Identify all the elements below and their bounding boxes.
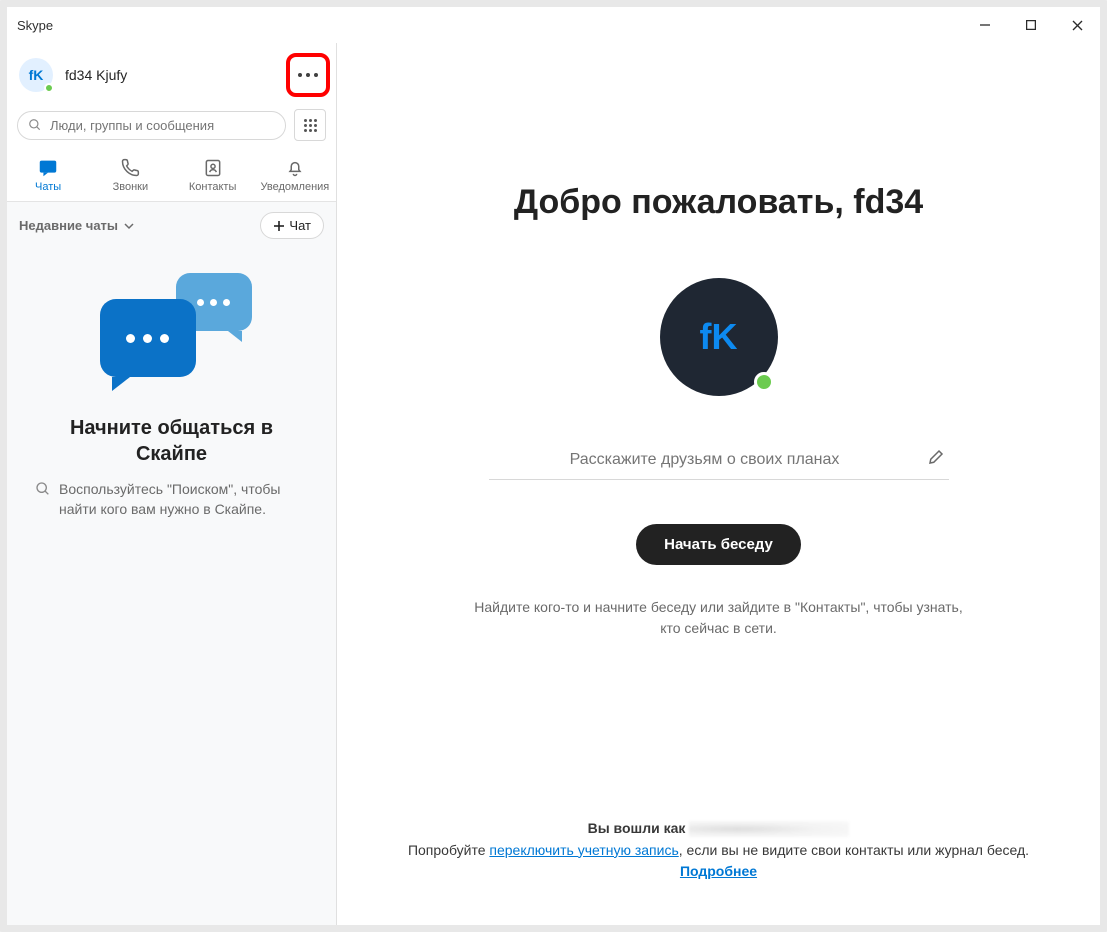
- ellipsis-icon: [298, 73, 318, 77]
- more-button[interactable]: [288, 55, 328, 95]
- presence-indicator: [754, 372, 774, 392]
- learn-more-link[interactable]: Подробнее: [680, 863, 757, 879]
- chat-bubbles-illustration: [92, 273, 252, 403]
- search-box[interactable]: [17, 111, 286, 140]
- tab-contacts[interactable]: Контакты: [172, 151, 254, 201]
- start-conversation-button[interactable]: Начать беседу: [636, 524, 801, 565]
- title-bar: Skype: [7, 7, 1100, 43]
- pencil-icon[interactable]: [927, 448, 945, 471]
- recent-chats-label: Недавние чаты: [19, 218, 118, 233]
- search-icon: [35, 481, 51, 500]
- avatar-large-wrap: fK: [660, 278, 778, 396]
- calls-icon: [119, 157, 141, 179]
- signed-in-row: Вы вошли как: [399, 818, 1039, 840]
- sidebar: fK fd34 Kjufy: [7, 43, 337, 925]
- main-pane: Добро пожаловать, fd34 fK Начать беседу …: [337, 43, 1100, 925]
- empty-state: Начните общаться в Скайпе Воспользуйтесь…: [7, 249, 336, 925]
- tab-notifications[interactable]: Уведомления: [254, 151, 336, 201]
- skype-window: Skype fK fd34 Kjufy: [0, 0, 1107, 932]
- tab-chats[interactable]: Чаты: [7, 151, 89, 201]
- empty-title: Начните общаться в Скайпе: [35, 415, 308, 467]
- status-row: [489, 440, 949, 480]
- try-prefix: Попробуйте: [408, 842, 489, 858]
- tab-calls[interactable]: Звонки: [89, 151, 171, 201]
- status-input[interactable]: [493, 451, 917, 469]
- tab-label: Чаты: [35, 181, 61, 193]
- welcome-title: Добро пожаловать, fd34: [514, 183, 923, 222]
- tab-label: Уведомления: [260, 181, 329, 193]
- window-title: Skype: [17, 18, 53, 33]
- dialpad-icon: [304, 119, 317, 132]
- new-chat-label: Чат: [289, 218, 311, 233]
- search-input[interactable]: [50, 118, 275, 133]
- plus-icon: [273, 220, 285, 232]
- bell-icon: [284, 157, 306, 179]
- chevron-down-icon: [124, 221, 134, 231]
- switch-account-row: Попробуйте переключить учетную запись, е…: [399, 840, 1039, 862]
- recent-chats-dropdown[interactable]: Недавние чаты: [19, 218, 134, 233]
- tabs: Чаты Звонки Контакты: [7, 151, 336, 202]
- chats-icon: [37, 157, 59, 179]
- search-icon: [28, 118, 42, 132]
- avatar-initials: fK: [29, 67, 44, 83]
- try-suffix: , если вы не видите свои контакты или жу…: [679, 842, 1029, 858]
- maximize-button[interactable]: [1008, 7, 1054, 43]
- recent-chats-row: Недавние чаты Чат: [7, 202, 336, 249]
- find-someone-text: Найдите кого-то и начните беседу или зай…: [469, 597, 969, 639]
- close-button[interactable]: [1054, 7, 1100, 43]
- tab-label: Контакты: [189, 181, 237, 193]
- signed-in-prefix: Вы вошли как: [588, 818, 686, 840]
- empty-subtitle: Воспользуйтесь "Поиском", чтобы найти ко…: [59, 479, 308, 520]
- profile-name[interactable]: fd34 Kjufy: [65, 67, 288, 83]
- profile-row: fK fd34 Kjufy: [7, 43, 336, 107]
- presence-indicator: [44, 83, 54, 93]
- avatar-large-initials: fK: [700, 316, 738, 358]
- new-chat-button[interactable]: Чат: [260, 212, 324, 239]
- minimize-button[interactable]: [962, 7, 1008, 43]
- dialpad-button[interactable]: [294, 109, 326, 141]
- avatar[interactable]: fK: [19, 58, 53, 92]
- contacts-icon: [202, 157, 224, 179]
- switch-account-link[interactable]: переключить учетную запись: [489, 842, 678, 858]
- signed-in-account-redacted: [689, 821, 849, 837]
- tab-label: Звонки: [113, 181, 149, 193]
- search-row: [7, 107, 336, 151]
- footer-block: Вы вошли как Попробуйте переключить учет…: [399, 818, 1039, 883]
